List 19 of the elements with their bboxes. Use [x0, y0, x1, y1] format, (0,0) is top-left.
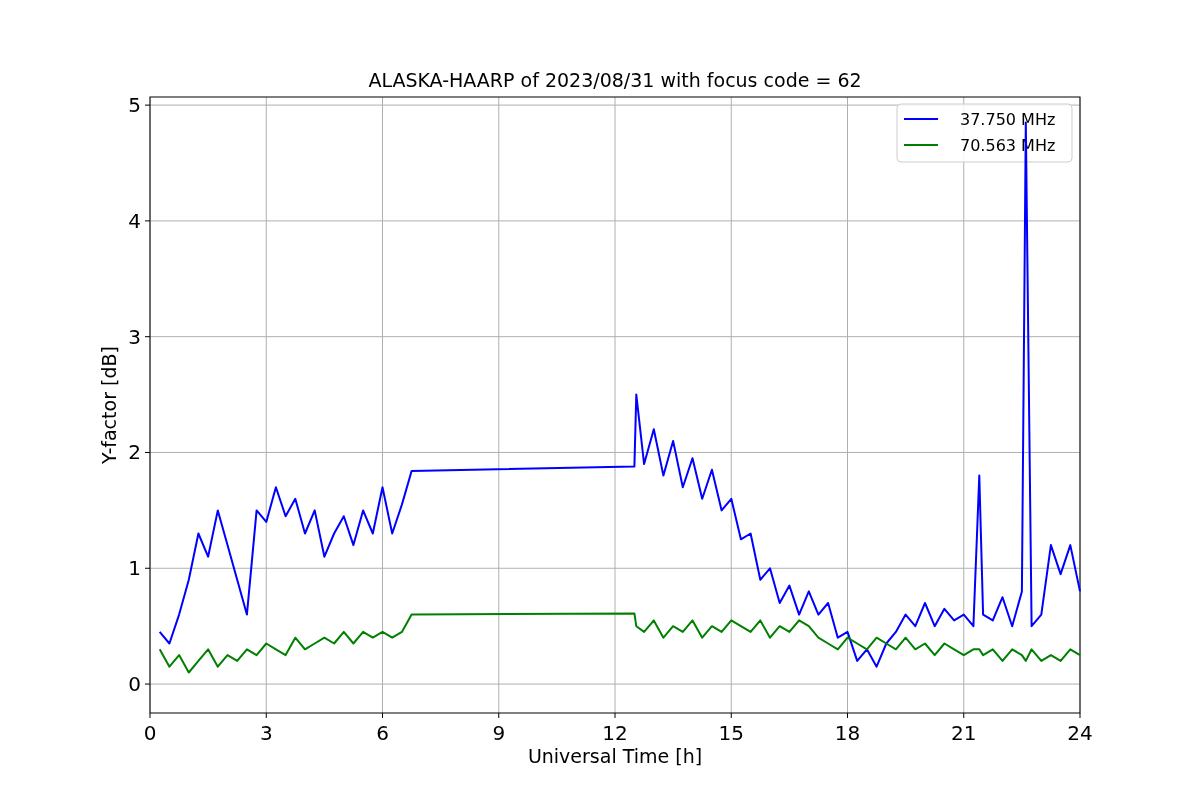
- x-tick-label: 6: [376, 721, 389, 745]
- y-tick-label: 1: [128, 556, 141, 581]
- legend-label: 37.750 MHz: [960, 110, 1056, 129]
- y-tick-label: 0: [128, 672, 141, 697]
- x-tick-label: 24: [1067, 721, 1093, 745]
- y-axis-label: Y-factor [dB]: [98, 346, 120, 464]
- x-tick-label: 3: [259, 721, 273, 745]
- y-tick-label: 2: [128, 440, 141, 465]
- y-tick-label: 4: [128, 208, 141, 233]
- x-tick-label: 15: [718, 721, 744, 745]
- y-tick-label: 5: [128, 93, 141, 118]
- x-axis-label: Universal Time [h]: [527, 745, 703, 767]
- x-tick-label: 18: [834, 721, 861, 745]
- chart-title: ALASKA-HAARP of 2023/08/31 with focus code = 62: [368, 69, 862, 91]
- x-tick-label: 9: [492, 721, 506, 745]
- x-tick-label: 21: [951, 721, 977, 745]
- x-tick-label: 0: [143, 721, 157, 745]
- y-tick-label: 3: [128, 324, 141, 349]
- x-tick-label: 12: [602, 721, 628, 745]
